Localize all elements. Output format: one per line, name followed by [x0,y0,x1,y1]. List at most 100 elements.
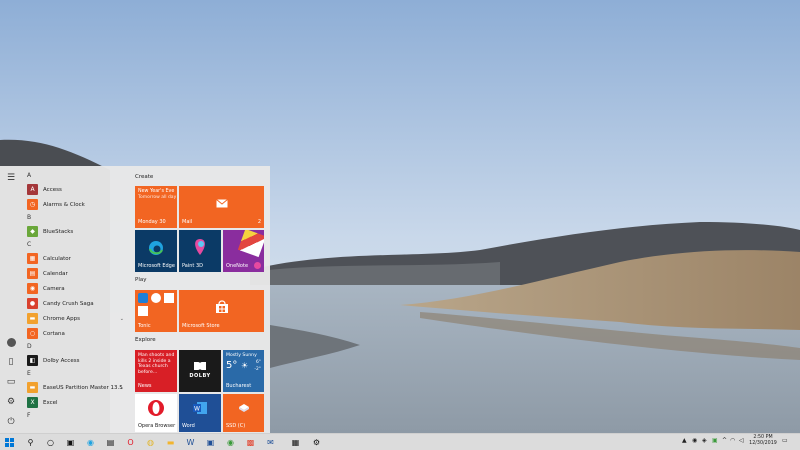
mail-count: 2 [257,219,261,225]
app-name: Chrome Apps [43,315,80,322]
search-icon[interactable]: ⚲ [24,436,37,449]
windows-logo-icon[interactable] [3,436,16,449]
weather-condition: Mostly Sunny [226,353,257,358]
word-taskbar-icon[interactable]: W [184,436,197,449]
mail-taskbar-icon[interactable]: ✉ [264,436,277,449]
onenote-tile[interactable]: OneNote [223,230,264,272]
letter-header[interactable]: F [22,410,130,422]
edge-taskbar-icon[interactable]: ◉ [84,436,97,449]
calendar-icon: ▤ [27,268,38,279]
chrome-taskbar-icon[interactable]: ◍ [144,436,157,449]
pictures-icon[interactable]: ▭ [5,376,17,388]
clock-date: 12/30/2019 [749,441,777,446]
news-tile[interactable]: Man shoots and kills 2 inside a Texas ch… [135,350,177,392]
letter-header[interactable]: C [22,239,130,251]
app-name: EaseUS Partition Master 13.5 [43,384,123,391]
movies-icon [138,306,148,316]
app-name: Excel [43,399,58,406]
letter-header[interactable]: B [22,212,130,224]
group-title-play: Play [135,277,147,283]
calendar-tile[interactable]: New Year's Eve Tomorrow all day Monday 3… [135,186,177,228]
store-taskbar-icon[interactable]: ▤ [104,436,117,449]
volume-icon[interactable]: ◁ [739,437,744,444]
app-list-item[interactable]: ◷ Alarms & Clock [22,197,130,212]
file-explorer-icon[interactable]: ▬ [164,436,177,449]
user-avatar-icon[interactable] [5,336,17,348]
letter-header[interactable]: E [22,368,130,380]
weather-temperature: 5° [226,360,238,371]
taskbar-clock[interactable]: 2:50 PM 12/30/2019 [748,435,778,447]
app-list-item[interactable]: ▬ Chrome Apps ⌄ [22,311,130,326]
app-taskbar-icon[interactable]: ◉ [224,436,237,449]
app-list-item[interactable]: ● Candy Crush Saga [22,296,130,311]
settings-taskbar-icon[interactable]: ⚙ [310,436,323,449]
word-tile[interactable]: W Word [179,394,221,432]
word-label: Word [182,423,195,429]
store-label: Microsoft Store [182,323,220,329]
chevron-down-icon[interactable]: ⌄ [120,316,124,322]
tray-app-icon-3[interactable]: ◈ [702,437,707,444]
paint3d-tile[interactable]: Paint 3D [179,230,221,272]
mail-tile[interactable]: Mail 2 [179,186,264,228]
app-list-item[interactable]: ▬ EaseUS Partition Master 13.5 ⌄ [22,380,130,395]
access-icon: A [27,184,38,195]
folder-icon: ▬ [27,313,38,324]
chevron-down-icon[interactable]: ⌄ [120,385,124,391]
outlook-taskbar-icon[interactable]: ▣ [204,436,217,449]
app-name: Access [43,186,62,193]
ssd-drive-label: SSD (C) [226,423,246,429]
weather-city: Bucharest [226,383,252,389]
power-icon[interactable]: ⏻ [5,416,17,428]
candy-crush-icon: ● [27,298,38,309]
ssd-drive-tile[interactable]: SSD (C) [223,394,264,432]
app-list-item[interactable]: ▦ Calculator [22,251,130,266]
app-name: BlueStacks [43,228,74,235]
calendar-date: Monday 30 [138,219,166,225]
tray-expand-icon[interactable]: ^ [722,437,727,444]
app-name: Camera [43,285,65,292]
tray-app-icon-1[interactable]: ▲ [682,437,687,444]
app-list-item[interactable]: ○ Cortana [22,326,130,341]
tray-app-icon-4[interactable]: ▣ [712,437,718,444]
opera-taskbar-icon[interactable]: O [124,436,137,449]
group-title-explore: Explore [135,337,156,343]
sun-icon: ☀ [241,361,249,370]
edge-tile[interactable]: Microsoft Edge [135,230,177,272]
photos-taskbar-icon[interactable]: ▩ [244,436,257,449]
app-list-item[interactable]: ◆ BlueStacks [22,224,130,239]
group-title-create: Create [135,174,154,180]
hamburger-menu-icon[interactable]: ☰ [5,172,17,184]
action-center-icon[interactable]: ▭ [782,437,788,444]
weather-tile[interactable]: Mostly Sunny 5° ☀ 6° -2° Bucharest [223,350,264,392]
tray-app-icon-2[interactable]: ◉ [692,437,697,444]
network-app-icon[interactable]: ▦ [289,436,302,449]
dolby-tile[interactable]: DOLBY [179,350,221,392]
app-name: Cortana [43,330,65,337]
settings-gear-icon[interactable]: ⚙ [5,396,17,408]
edge-label: Microsoft Edge [138,263,175,269]
weather-high: 6° [256,360,261,365]
cortana-icon: ○ [27,328,38,339]
app-list-item[interactable]: ◧ Dolby Access [22,353,130,368]
paint3d-label: Paint 3D [182,263,203,269]
cortana-icon[interactable]: ○ [44,436,57,449]
app-list-item[interactable]: ▤ Calendar [22,266,130,281]
app-list-item[interactable]: ◉ Camera [22,281,130,296]
app-list-item[interactable]: X Excel [22,395,130,410]
games-folder-tile[interactable]: Tonic [135,290,177,332]
calendar-event-time: Tomorrow all day [138,195,177,200]
opera-tile[interactable]: Opera Browser [135,394,177,432]
letter-header[interactable]: D [22,341,130,353]
app-name: Candy Crush Saga [43,300,94,307]
app-name: Alarms & Clock [43,201,85,208]
wifi-icon[interactable]: ◠ [730,437,735,444]
start-menu: ☰ ▯ ▭ ⚙ ⏻ A A Access ◷ Alarms & Clock B ◆ BlueS… [0,166,270,433]
store-tile[interactable]: Microsoft Store [179,290,264,332]
task-view-icon[interactable]: ▣ [64,436,77,449]
tile-area: Create New Year's Eve Tomorrow all day M… [134,170,266,432]
letter-header[interactable]: A [22,170,130,182]
documents-icon[interactable]: ▯ [5,356,17,368]
alarm-clock-icon: ◷ [27,199,38,210]
app-list-item[interactable]: A Access [22,182,130,197]
app-list: A A Access ◷ Alarms & Clock B ◆ BlueStacks C ▦ Cal… [22,170,130,433]
